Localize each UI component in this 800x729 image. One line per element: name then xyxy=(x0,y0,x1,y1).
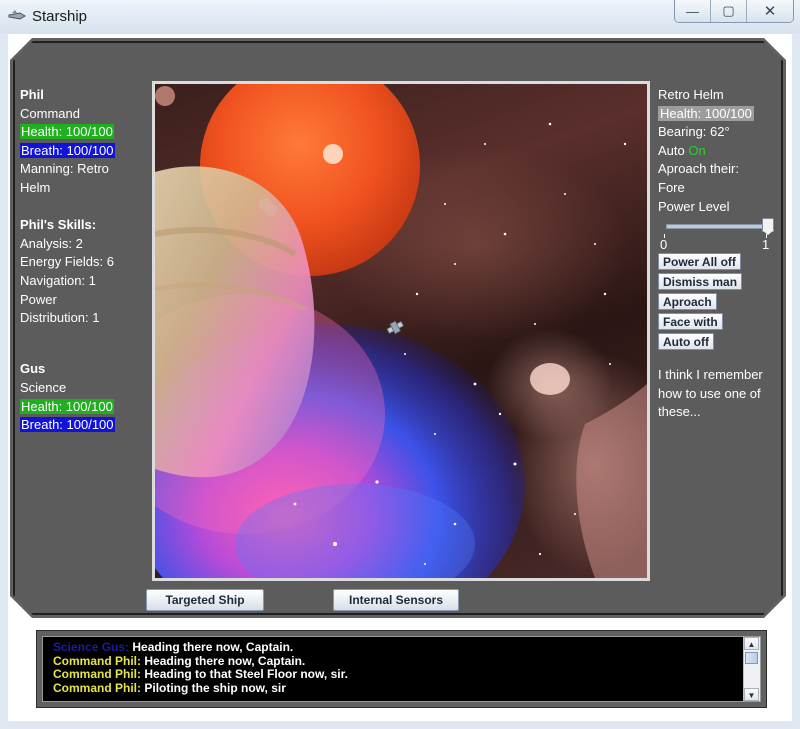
breath-bar-gus: Breath: 100/100 xyxy=(20,417,115,433)
log-line: Command Phil: Heading there now, Captain… xyxy=(53,653,348,669)
crew-name-phil[interactable]: Phil xyxy=(20,86,135,105)
power-level-label: Power Level xyxy=(658,198,730,214)
breath-bar-phil: Breath: 100/100 xyxy=(20,142,115,158)
crew-role-phil: Command xyxy=(20,105,80,121)
bearing-readout: Bearing: 62° xyxy=(658,124,730,140)
slider-thumb[interactable] xyxy=(762,218,774,236)
log-line: Science Gus: Heading there now, Captain. xyxy=(53,640,348,655)
crew-name-gus[interactable]: Gus xyxy=(20,360,135,379)
power-level-slider[interactable]: 0 1 xyxy=(658,216,782,252)
approach-label: Aproach their: xyxy=(658,161,739,177)
log-text: Heading to that Steel Floor now, sir. xyxy=(141,667,348,682)
log-text: Piloting the ship now, sir xyxy=(141,680,286,695)
log-speaker: Command Phil: xyxy=(53,667,142,682)
auto-status: On xyxy=(688,142,706,158)
slider-track[interactable] xyxy=(666,224,772,230)
face-with-button[interactable]: Face with xyxy=(658,313,723,331)
space-scene xyxy=(155,84,647,578)
log-speaker: Science Gus: xyxy=(53,640,130,654)
crew-panel: Phil Command Health: 100/100 Breath: 100… xyxy=(20,86,135,435)
targeted-ship-button[interactable]: Targeted Ship xyxy=(146,589,264,611)
skill-line: Power xyxy=(20,291,57,307)
scroll-thumb[interactable] xyxy=(745,652,758,664)
note-line: I think I remember xyxy=(658,367,763,383)
skill-line: Analysis: 2 xyxy=(20,235,83,251)
manning-label: Manning: Retro xyxy=(20,161,109,177)
skills-title: Phil's Skills: xyxy=(20,217,97,233)
log-text: Heading there now, Captain. xyxy=(141,653,306,668)
log-line: Command Phil: Piloting the ship now, sir xyxy=(53,680,348,696)
skill-line: Navigation: 1 xyxy=(20,272,96,288)
space-viewport[interactable] xyxy=(152,81,650,581)
note-line: how to use one of xyxy=(658,385,761,401)
message-log[interactable]: Science Gus: Heading there now, Captain.… xyxy=(42,636,761,702)
crew-role-gus: Science xyxy=(20,379,67,395)
system-note: I think I remember how to use one of the… xyxy=(658,366,782,422)
power-all-off-button[interactable]: Power All off xyxy=(658,253,741,271)
scroll-down-icon[interactable]: ▼ xyxy=(744,688,759,701)
window-title: Starship xyxy=(32,8,88,25)
window-controls: — ▢ ✕ xyxy=(674,0,794,23)
scroll-up-icon[interactable]: ▲ xyxy=(744,637,759,650)
approach-button[interactable]: Aproach xyxy=(658,293,717,311)
game-client: Phil Command Health: 100/100 Breath: 100… xyxy=(8,34,792,721)
health-bar-phil: Health: 100/100 xyxy=(20,124,114,140)
log-scrollbar[interactable]: ▲ ▼ xyxy=(743,637,760,701)
maximize-button[interactable]: ▢ xyxy=(711,0,747,22)
slider-min-label: 0 xyxy=(660,237,668,253)
internal-sensors-button[interactable]: Internal Sensors xyxy=(333,589,459,611)
system-panel: Retro Helm Health: 100/100 Bearing: 62° … xyxy=(658,86,782,422)
manning-value: Helm xyxy=(20,179,51,195)
spaceship-icon xyxy=(8,10,26,20)
note-line: these... xyxy=(658,404,701,420)
skill-line: Energy Fields: 6 xyxy=(20,254,114,270)
auto-off-button[interactable]: Auto off xyxy=(658,333,714,351)
system-name: Retro Helm xyxy=(658,87,724,102)
system-health-bar: Health: 100/100 xyxy=(658,105,754,121)
message-log-frame: Science Gus: Heading there now, Captain.… xyxy=(36,630,767,708)
approach-value: Fore xyxy=(658,179,685,195)
auto-label: Auto xyxy=(658,142,685,158)
log-line: Command Phil: Heading to that Steel Floo… xyxy=(53,667,348,682)
log-speaker: Command Phil: xyxy=(53,653,142,668)
log-text: Heading there now, Captain. xyxy=(129,640,294,654)
title-bar: Starship — ▢ ✕ xyxy=(0,0,800,34)
dismiss-man-button[interactable]: Dismiss man xyxy=(658,273,743,291)
main-panel: Phil Command Health: 100/100 Breath: 100… xyxy=(10,38,786,618)
minimize-button[interactable]: — xyxy=(675,0,711,22)
close-button[interactable]: ✕ xyxy=(747,0,793,22)
skill-line: Distribution: 1 xyxy=(20,310,100,326)
log-speaker: Command Phil: xyxy=(53,680,142,695)
health-bar-gus: Health: 100/100 xyxy=(20,398,114,414)
slider-max-label: 1 xyxy=(762,237,770,253)
